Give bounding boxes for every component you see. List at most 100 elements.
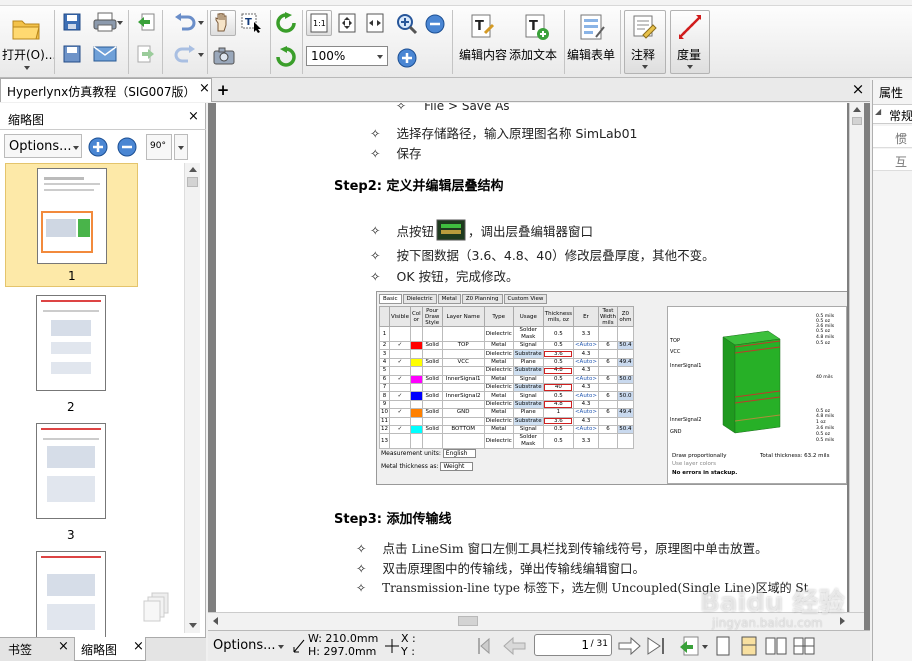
fit-width-button[interactable] bbox=[362, 10, 388, 36]
properties-section-general[interactable]: ◢ 常规 bbox=[873, 104, 912, 124]
rotate-ccw-button[interactable] bbox=[273, 44, 299, 70]
measure-button[interactable]: 度量 bbox=[670, 10, 710, 74]
stackup-cell: TOP bbox=[441, 340, 485, 351]
zoom-in-button[interactable] bbox=[394, 46, 420, 70]
hand-tool-button[interactable] bbox=[210, 10, 236, 36]
document-vertical-scrollbar[interactable] bbox=[849, 103, 864, 612]
tab-bookmarks[interactable]: 书签 × bbox=[2, 637, 74, 661]
stackup-cell bbox=[616, 366, 634, 376]
stackup-cell bbox=[409, 340, 423, 351]
stackup-cell bbox=[409, 408, 423, 418]
thumbnail-image-4[interactable] bbox=[36, 551, 106, 637]
stackup-row: 12 ✓ Solid BOTTOM Metal Signal 0.5 <Auto> 6 50.4 bbox=[379, 424, 634, 435]
stackup-cell: Plane bbox=[512, 408, 544, 418]
stackup-cell: GND bbox=[441, 408, 485, 418]
undo-button[interactable] bbox=[166, 10, 204, 34]
thumbnail-more-button[interactable] bbox=[174, 134, 188, 160]
svg-text:T: T bbox=[529, 19, 538, 34]
stackup-editor-icon bbox=[436, 219, 466, 241]
baidu-watermark-url: jingyan.baidu.com bbox=[712, 616, 823, 630]
stackup-cell bbox=[421, 433, 443, 450]
print-button[interactable] bbox=[88, 10, 123, 34]
email-button[interactable] bbox=[88, 42, 122, 66]
stackup-cell bbox=[409, 416, 423, 426]
thumbnail-image-3[interactable] bbox=[36, 423, 106, 519]
add-text-button[interactable]: T 添加文本 bbox=[508, 8, 562, 74]
snapshot-button[interactable] bbox=[210, 44, 238, 68]
stackup-cell: Solid bbox=[421, 374, 443, 384]
fit-page-button[interactable] bbox=[334, 10, 360, 36]
stackup-row: 10 ✓ Solid GND Metal Plane 1 <Auto> 6 49.4 bbox=[379, 408, 634, 418]
stackup-cell: ✓ bbox=[389, 357, 411, 368]
status-options-dropdown[interactable]: Options... bbox=[210, 635, 288, 657]
actual-size-button[interactable]: 1:1 bbox=[306, 10, 332, 36]
last-page-icon[interactable] bbox=[644, 636, 668, 656]
stackup-cell: 6 bbox=[597, 391, 618, 401]
stackup-cell: InnerSignal2 bbox=[441, 391, 485, 401]
stackup-row: 3 Dielectric Substrate 3.6 4.3 bbox=[379, 349, 634, 359]
stackup-cell: 4.3 bbox=[572, 349, 599, 359]
stackup-cell: ✓ bbox=[389, 424, 411, 435]
annotate-button[interactable]: 注释 bbox=[624, 10, 666, 74]
document-viewport[interactable]: ✧ File > Save As ✧ 选择存储路径，输入原理图名称 SimLab01… bbox=[208, 103, 870, 630]
page-number-input[interactable]: 1 / 31 bbox=[534, 634, 612, 656]
edit-content-button[interactable]: T 编辑内容 bbox=[456, 8, 507, 74]
thumbnail-image-1 bbox=[37, 168, 107, 264]
redo-button[interactable] bbox=[166, 42, 204, 66]
stackup-right-label: 0.5 oz bbox=[816, 340, 831, 346]
edit-form-button[interactable]: 编辑表单 bbox=[566, 8, 618, 74]
save-button[interactable] bbox=[60, 10, 84, 34]
tab-close-icon[interactable]: × bbox=[199, 81, 210, 96]
first-page-icon[interactable] bbox=[476, 636, 498, 656]
thumbnail-page-1[interactable]: 1 bbox=[5, 163, 138, 287]
continuous-facing-icon[interactable] bbox=[792, 635, 816, 657]
stackup-cell: Dielectric bbox=[483, 399, 514, 410]
tab-hyperlynx-tutorial[interactable]: Hyperlynx仿真教程（SIG007版） × bbox=[0, 78, 212, 102]
continuous-page-icon[interactable] bbox=[738, 635, 760, 657]
stackup-cell: <Auto> bbox=[572, 340, 599, 351]
save-as-button[interactable] bbox=[60, 42, 84, 66]
open-button[interactable]: 打开(O)... bbox=[2, 8, 56, 76]
measurement-units: Measurement units: English bbox=[381, 449, 477, 458]
stackup-cell: 11 bbox=[379, 416, 390, 426]
close-bookmarks-icon[interactable]: × bbox=[58, 639, 69, 654]
zoom-out-button[interactable] bbox=[422, 12, 448, 36]
thumbnail-image-2[interactable] bbox=[36, 295, 106, 391]
previous-page-icon[interactable] bbox=[502, 636, 528, 656]
thumbnail-page-number: 3 bbox=[67, 528, 75, 542]
new-tab-icon[interactable]: + bbox=[215, 81, 231, 99]
annotate-icon bbox=[633, 15, 657, 39]
close-thumbnails-icon[interactable]: × bbox=[133, 639, 144, 654]
next-view-button[interactable] bbox=[134, 42, 158, 66]
stackup-left-label: InnerSignal1 bbox=[670, 363, 701, 369]
facing-pages-icon[interactable] bbox=[764, 635, 788, 657]
stackup-cell bbox=[441, 382, 485, 393]
zoom-select[interactable]: 100% bbox=[306, 46, 388, 66]
stackup-cell bbox=[409, 382, 423, 393]
single-page-icon[interactable] bbox=[712, 635, 734, 657]
close-all-tabs-icon[interactable]: × bbox=[850, 80, 866, 98]
stackup-cell bbox=[597, 349, 618, 359]
next-page-icon[interactable] bbox=[616, 636, 642, 656]
rotate-cw-button[interactable] bbox=[273, 10, 299, 36]
go-back-icon[interactable] bbox=[678, 635, 700, 657]
bookmarks-label: 书签 bbox=[8, 643, 33, 657]
stackup-right-label: 3.6 mils bbox=[816, 425, 835, 431]
select-text-button[interactable]: T bbox=[238, 10, 266, 36]
edit-form-label: 编辑表单 bbox=[567, 48, 616, 62]
stackup-cell: Solid bbox=[421, 391, 443, 401]
thumbnail-options-dropdown[interactable]: Options... bbox=[4, 134, 82, 158]
thumbnail-zoom-in-icon[interactable] bbox=[87, 136, 109, 158]
tab-thumbnails[interactable]: 缩略图 × bbox=[74, 637, 146, 661]
stackup-right-label: 0.5 oz bbox=[816, 328, 831, 334]
close-panel-icon[interactable]: × bbox=[188, 109, 199, 124]
zoom-in-magnifier-button[interactable] bbox=[394, 12, 420, 36]
thumbnail-rotate-button[interactable]: 90° bbox=[146, 134, 172, 160]
stackup-cell: 4.8 bbox=[542, 399, 574, 410]
add-text-icon: T bbox=[525, 14, 549, 40]
thumbnail-zoom-out-icon[interactable] bbox=[116, 136, 138, 158]
stackup-cell: 9 bbox=[379, 399, 390, 410]
thumbnail-scrollbar[interactable] bbox=[184, 163, 200, 633]
stackup-right-label: 0.5 oz bbox=[816, 431, 831, 437]
previous-view-button[interactable] bbox=[134, 10, 158, 34]
